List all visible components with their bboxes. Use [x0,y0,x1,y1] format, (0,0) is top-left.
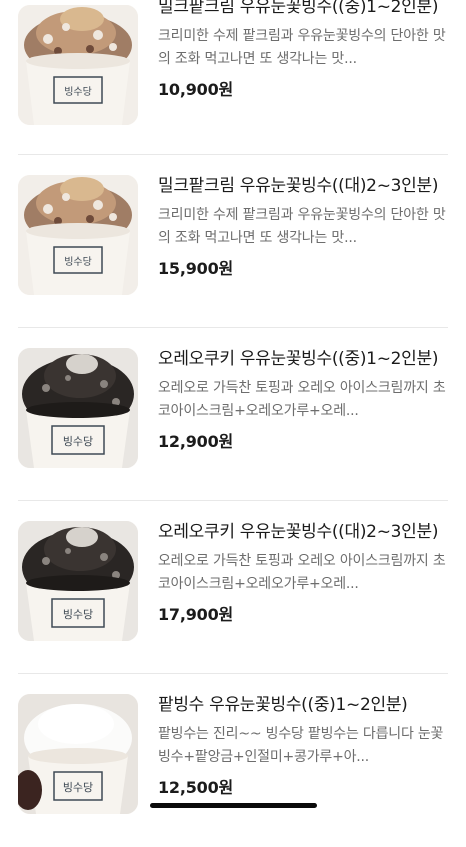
menu-item-description: 오레오로 가득찬 토핑과 오레오 아이스크림까지 초코아이스크림+오레오가루+오… [158,553,446,592]
red-bean-bingsu-photo[interactable]: 빙수당 [18,694,138,814]
menu-item-price: 15,900원 [158,259,234,278]
oreo-bingsu-photo[interactable]: 빙수당 [18,521,138,641]
cup-logo-text: 빙수당 [63,608,93,621]
milk-red-bean-bingsu-photo[interactable]: 빙수당 [18,175,138,295]
menu-item-price: 12,500원 [158,778,234,797]
menu-item-name[interactable]: 밀크팥크림 우유눈꽃빙수((중)1~2인분) [158,0,448,21]
menu-item[interactable]: 빙수당 오레오쿠키 우유눈꽃빙수((중)1~2인분) 오레오로 가득찬 토핑과 … [0,328,466,501]
cup-logo-text: 빙수당 [64,256,92,268]
menu-item-description: 팥빙수는 진리~~ 빙수당 팥빙수는 다릅니다 눈꽃빙수+팥앙금+인절미+콩가루… [158,726,444,765]
home-indicator[interactable] [150,803,317,808]
menu-item-price: 12,900원 [158,432,234,451]
cup-logo-text: 빙수당 [64,86,92,98]
menu-item[interactable]: 빙수당 팥빙수 우유눈꽃빙수((중)1~2인분) 팥빙수는 진리~~ 빙수당 팥… [0,674,466,847]
menu-item-price: 17,900원 [158,605,234,624]
menu-item-name[interactable]: 오레오쿠키 우유눈꽃빙수((대)2~3인분) [158,519,448,546]
menu-item-description: 크리미한 수제 팥크림과 우유눈꽃빙수의 단아한 맛의 조화 먹고나면 또 생각… [158,28,446,67]
menu-item-name[interactable]: 밀크팥크림 우유눈꽃빙수((대)2~3인분) [158,173,448,200]
milk-red-bean-bingsu-photo[interactable]: 빙수당 [18,5,138,125]
oreo-bingsu-photo[interactable]: 빙수당 [18,348,138,468]
cup-logo-text: 빙수당 [63,781,93,794]
menu-item-name[interactable]: 오레오쿠키 우유눈꽃빙수((중)1~2인분) [158,346,448,373]
menu-item-description: 오레오로 가득찬 토핑과 오레오 아이스크림까지 초코아이스크림+오레오가루+오… [158,380,446,419]
menu-item[interactable]: 빙수당 밀크팥크림 우유눈꽃빙수((대)2~3인분) 크리미한 수제 팥크림과 … [0,155,466,328]
menu-item[interactable]: 빙수당 밀크팥크림 우유눈꽃빙수((중)1~2인분) 크리미한 수제 팥크림과 … [0,0,466,155]
menu-item-price: 10,900원 [158,80,234,99]
menu-item-description: 크리미한 수제 팥크림과 우유눈꽃빙수의 단아한 맛의 조화 먹고나면 또 생각… [158,207,446,246]
cup-logo-text: 빙수당 [63,435,93,448]
menu-item-name[interactable]: 팥빙수 우유눈꽃빙수((중)1~2인분) [158,692,448,719]
menu-item[interactable]: 빙수당 오레오쿠키 우유눈꽃빙수((대)2~3인분) 오레오로 가득찬 토핑과 … [0,501,466,674]
